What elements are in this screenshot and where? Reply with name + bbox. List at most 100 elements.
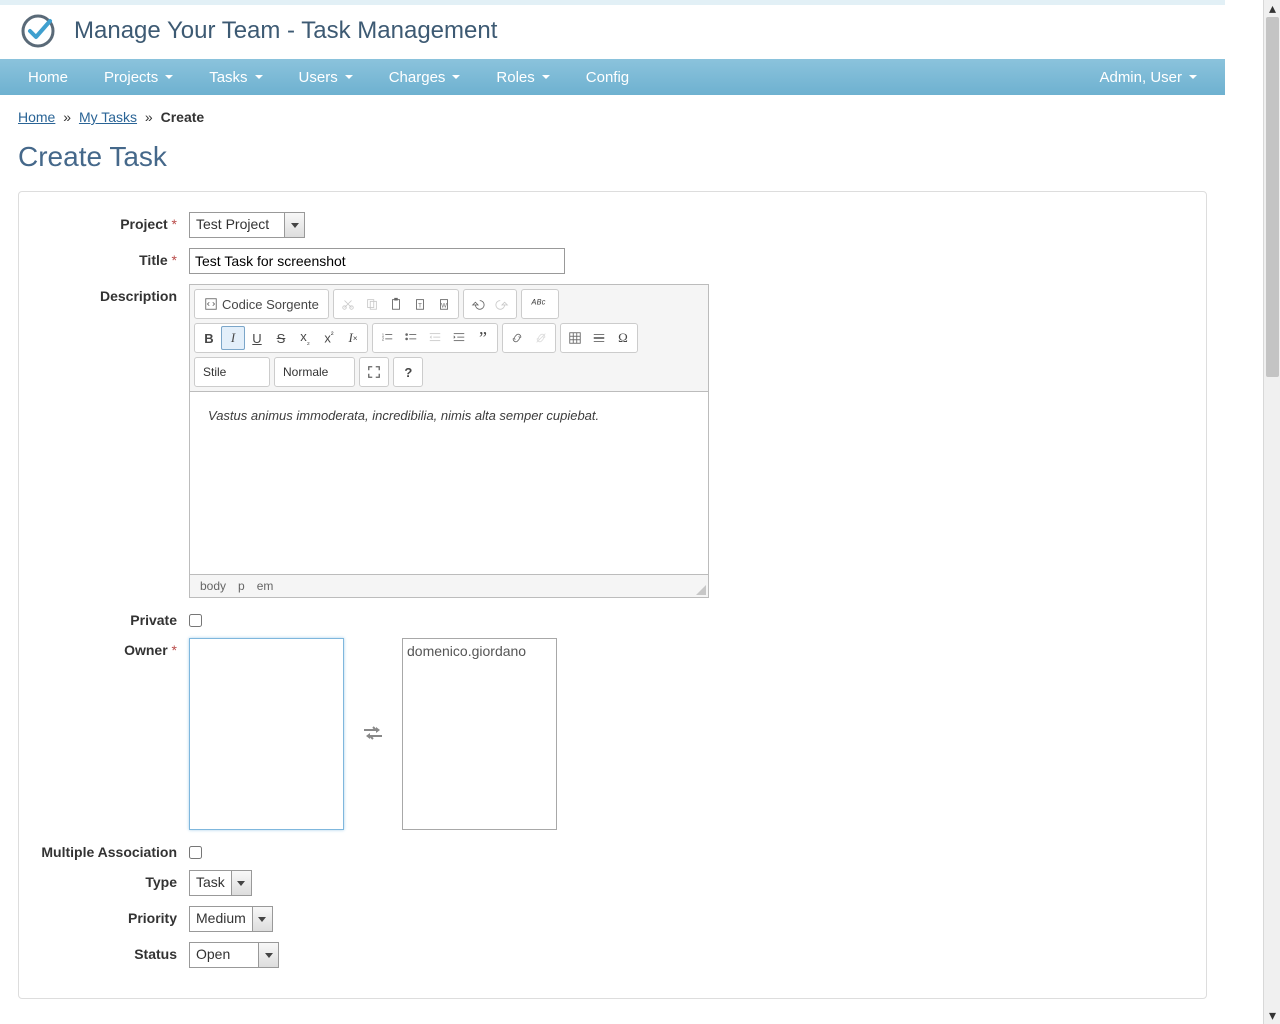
paste-button[interactable] (384, 292, 408, 316)
underline-button[interactable]: U (245, 326, 269, 350)
nav-label: Projects (104, 69, 158, 86)
chevron-down-icon (284, 213, 304, 237)
project-select[interactable]: Test Project (189, 212, 305, 238)
nav-config[interactable]: Config (568, 61, 647, 94)
bold-button[interactable]: B (197, 326, 221, 350)
indent-button[interactable] (447, 326, 471, 350)
select-value: Test Project (190, 213, 284, 237)
row-status: Status Open (39, 942, 1186, 968)
subscript-button[interactable]: x₂ (293, 326, 317, 350)
paste-text-button[interactable]: T (408, 292, 432, 316)
nav-users[interactable]: Users (281, 61, 371, 94)
breadcrumb-sep: » (63, 109, 71, 125)
outdent-button[interactable] (423, 326, 447, 350)
app-logo (20, 13, 56, 49)
list-item[interactable]: domenico.giordano (407, 643, 552, 659)
italic-button[interactable]: I (221, 326, 245, 350)
breadcrumb-home[interactable]: Home (18, 109, 55, 125)
nav-user-menu[interactable]: Admin, User (1081, 61, 1215, 94)
select-label: Normale (283, 365, 328, 379)
svg-text:T: T (418, 303, 422, 310)
chevron-down-icon (1189, 75, 1197, 79)
unlink-button[interactable] (529, 326, 553, 350)
redo-button[interactable] (490, 292, 514, 316)
spellcheck-button[interactable]: ᴬᴮᶜ (524, 292, 556, 316)
help-button[interactable]: ? (396, 360, 420, 384)
hr-icon (592, 331, 606, 345)
maximize-button[interactable] (362, 360, 386, 384)
swap-icon[interactable] (362, 725, 384, 744)
nav-projects[interactable]: Projects (86, 61, 191, 94)
multiple-checkbox[interactable] (189, 846, 202, 859)
path-em[interactable]: em (257, 579, 274, 593)
unlink-icon (534, 331, 548, 345)
label-multiple: Multiple Association (39, 840, 189, 860)
header: Manage Your Team - Task Management (0, 5, 1225, 59)
scrollbar[interactable]: ▴ ▾ (1263, 0, 1280, 1024)
blockquote-button[interactable]: ” (471, 326, 495, 350)
content: Home » My Tasks » Create Create Task Pro… (0, 95, 1225, 1013)
table-button[interactable] (563, 326, 587, 350)
label-description: Description (39, 284, 189, 304)
scroll-down-icon[interactable]: ▾ (1264, 1007, 1280, 1024)
link-icon (510, 331, 524, 345)
row-multiple: Multiple Association (39, 840, 1186, 860)
source-label: Codice Sorgente (222, 297, 319, 312)
owner-selected-list[interactable]: domenico.giordano (402, 638, 557, 830)
maximize-icon (367, 365, 381, 379)
nav-label: Users (299, 69, 338, 86)
path-body[interactable]: body (200, 579, 226, 593)
select-value: Medium (190, 907, 252, 931)
bullet-list-button[interactable] (399, 326, 423, 350)
editor-body[interactable]: Vastus animus immoderata, incredibilia, … (190, 392, 708, 574)
paste-icon (389, 297, 403, 311)
style-select[interactable]: Stile (197, 360, 267, 384)
ul-icon (404, 331, 418, 345)
nav-roles[interactable]: Roles (478, 61, 567, 94)
scroll-up-icon[interactable]: ▴ (1264, 0, 1280, 17)
remove-format-button[interactable]: I× (341, 326, 365, 350)
select-value: Open (190, 943, 258, 967)
copy-button[interactable] (360, 292, 384, 316)
hr-button[interactable] (587, 326, 611, 350)
superscript-button[interactable]: x² (317, 326, 341, 350)
svg-text:2: 2 (382, 337, 385, 342)
type-select[interactable]: Task (189, 870, 252, 896)
subscript-icon: x₂ (300, 329, 310, 347)
source-button[interactable]: Codice Sorgente (197, 292, 326, 316)
status-select[interactable]: Open (189, 942, 279, 968)
owner-available-list[interactable] (189, 638, 344, 830)
path-p[interactable]: p (238, 579, 245, 593)
priority-select[interactable]: Medium (189, 906, 273, 932)
resize-handle[interactable] (696, 585, 706, 595)
breadcrumb: Home » My Tasks » Create (18, 109, 1207, 125)
numbered-list-button[interactable]: 12 (375, 326, 399, 350)
format-select[interactable]: Normale (277, 360, 352, 384)
paste-word-icon: W (437, 297, 451, 311)
scroll-thumb[interactable] (1266, 17, 1279, 377)
strike-button[interactable]: S (269, 326, 293, 350)
nav-label: Config (586, 69, 629, 86)
nav-label: Tasks (209, 69, 247, 86)
link-button[interactable] (505, 326, 529, 350)
row-project: Project * Test Project (39, 212, 1186, 238)
nav-tasks[interactable]: Tasks (191, 61, 280, 94)
paste-word-button[interactable]: W (432, 292, 456, 316)
undo-button[interactable] (466, 292, 490, 316)
page-title: Create Task (18, 141, 1207, 173)
label-text: Project (120, 216, 167, 232)
nav-charges[interactable]: Charges (371, 61, 479, 94)
breadcrumb-mytasks[interactable]: My Tasks (79, 109, 137, 125)
chevron-down-icon (345, 75, 353, 79)
indent-icon (452, 331, 466, 345)
nav-home[interactable]: Home (10, 61, 86, 94)
label-status: Status (39, 942, 189, 962)
breadcrumb-current: Create (161, 109, 205, 125)
title-input[interactable] (189, 248, 565, 274)
nav-user-label: Admin, User (1099, 69, 1182, 86)
specialchar-button[interactable]: Ω (611, 326, 635, 350)
row-description: Description Codice Sorgente T (39, 284, 1186, 598)
private-checkbox[interactable] (189, 614, 202, 627)
cut-button[interactable] (336, 292, 360, 316)
chevron-down-icon (255, 75, 263, 79)
